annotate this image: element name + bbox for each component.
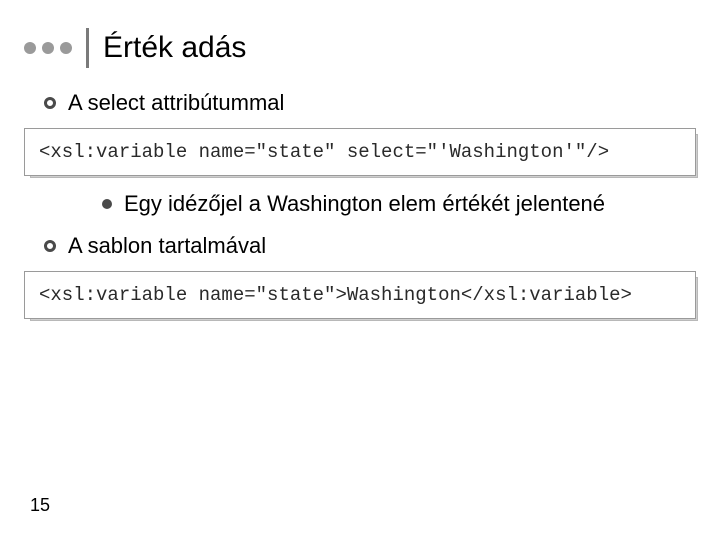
bullet-text: Egy idézőjel a Washington elem értékét j…	[124, 190, 605, 219]
code-block: <xsl:variable name="state" select="'Wash…	[24, 128, 696, 176]
bullet-text: A select attribútummal	[68, 90, 284, 116]
title-row: Érték adás	[24, 28, 696, 68]
code-content: <xsl:variable name="state" select="'Wash…	[24, 128, 696, 176]
vertical-bar-icon	[86, 28, 89, 68]
bullet-level2: Egy idézőjel a Washington elem értékét j…	[102, 190, 696, 219]
dot-icon	[42, 42, 54, 54]
code-content: <xsl:variable name="state">Washington</x…	[24, 271, 696, 319]
slide-title: Érték adás	[103, 31, 246, 65]
bullet-level1: A sablon tartalmával	[44, 233, 696, 259]
dot-icon	[60, 42, 72, 54]
ring-bullet-icon	[44, 240, 56, 252]
disc-bullet-icon	[102, 199, 112, 209]
code-block: <xsl:variable name="state">Washington</x…	[24, 271, 696, 319]
page-number: 15	[30, 495, 50, 516]
dot-icon	[24, 42, 36, 54]
bullet-text: A sablon tartalmával	[68, 233, 266, 259]
bullet-level1: A select attribútummal	[44, 90, 696, 116]
decorative-dots	[24, 42, 72, 54]
ring-bullet-icon	[44, 97, 56, 109]
